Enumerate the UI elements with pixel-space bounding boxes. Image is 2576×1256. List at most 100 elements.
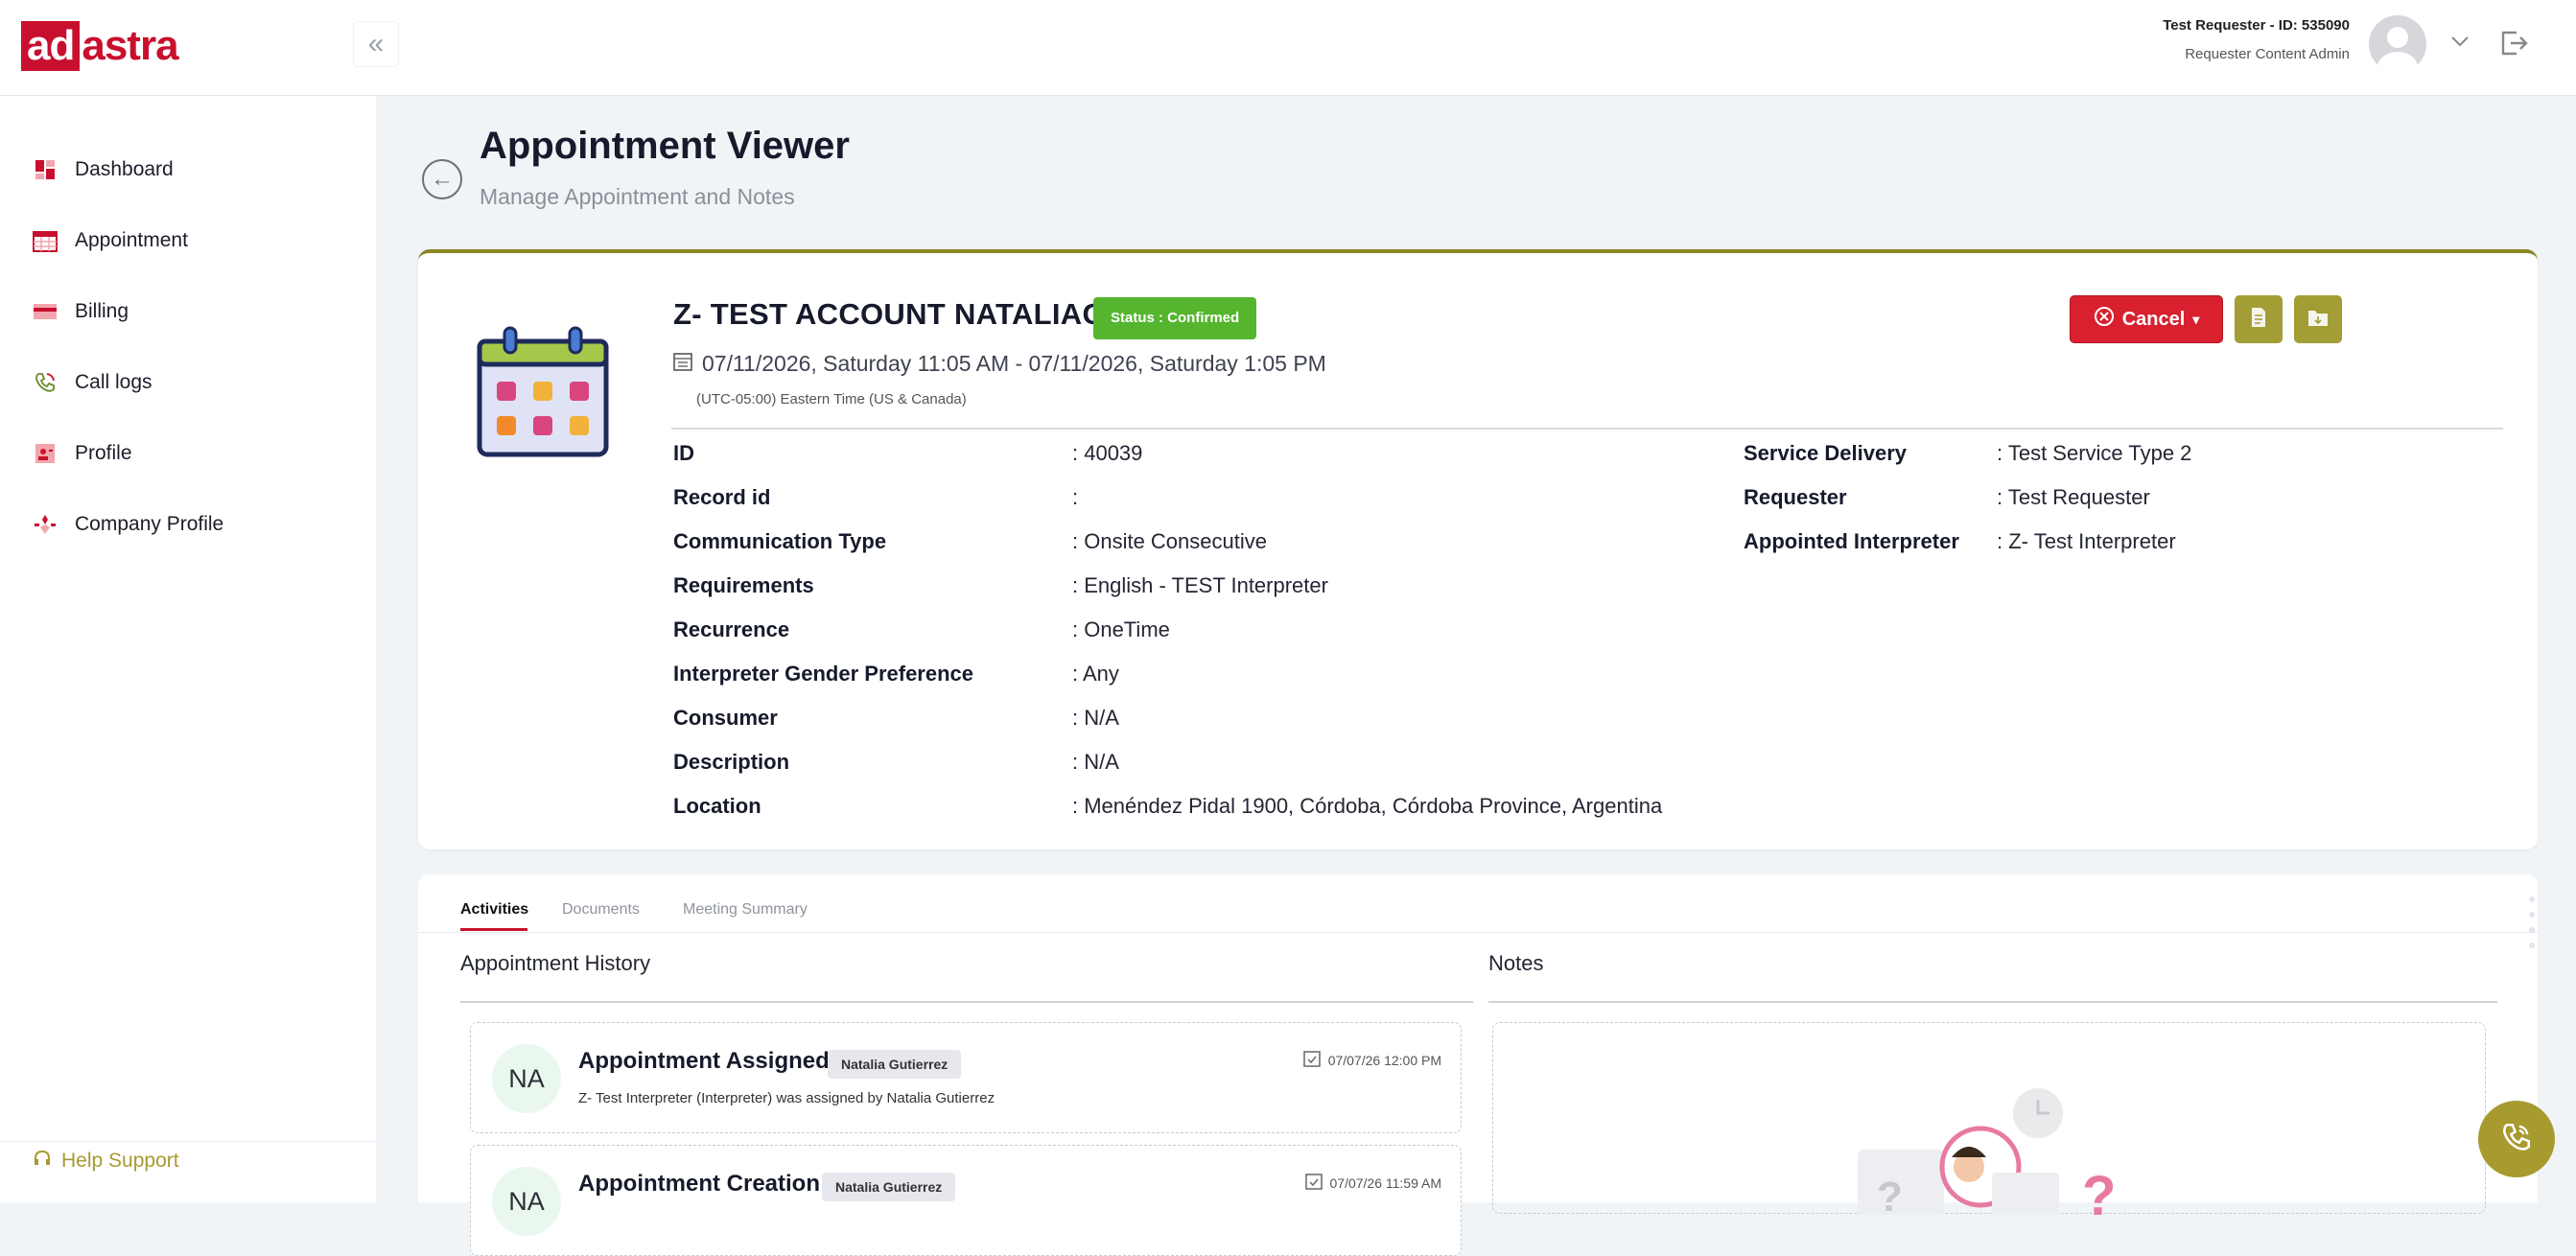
history-title: Appointment Creation [578, 1171, 820, 1197]
notes-area[interactable]: ? ? [1492, 1022, 2486, 1227]
field-label-location: Location [673, 794, 761, 818]
field-value-requirements: : English - TEST Interpreter [1072, 573, 1328, 597]
activity-panel: Activities Documents Meeting Summary App… [418, 874, 2538, 1256]
user-initials-avatar: NA [492, 1044, 561, 1113]
logout-icon[interactable] [2497, 27, 2530, 59]
notes-divider [1488, 1001, 2497, 1003]
help-support-link[interactable]: Help Support [33, 1149, 179, 1174]
sidebar-item-label: Dashboard [75, 158, 174, 180]
calendar-check-icon [1302, 1050, 1321, 1070]
cancel-label: Cancel [2121, 308, 2186, 330]
calendar-small-icon [673, 351, 692, 377]
status-badge: Status : Confirmed [1093, 297, 1257, 339]
sidebar-item-label: Call logs [75, 371, 152, 393]
datetime-text: 07/11/2026, Saturday 11:05 AM - 07/11/20… [702, 351, 1326, 376]
user-initials-avatar: NA [492, 1167, 561, 1236]
cancel-circle-icon [2094, 306, 2115, 333]
tabs-divider [418, 932, 2538, 933]
sidebar-item-label: Appointment [75, 229, 188, 251]
call-fab-button[interactable] [2478, 1101, 2555, 1177]
document-icon [2249, 307, 2268, 333]
sidebar-item-profile[interactable]: Profile [0, 418, 376, 489]
notes-heading: Notes [1488, 951, 1544, 975]
timezone-text: (UTC-05:00) Eastern Time (US & Canada) [696, 391, 967, 407]
main-content: ← Appointment Viewer Manage Appointment … [376, 96, 2576, 1256]
avatar[interactable] [2369, 15, 2426, 73]
back-button[interactable]: ← [422, 159, 462, 199]
calendar-illustration-icon [476, 324, 610, 458]
field-label-consumer: Consumer [673, 706, 778, 730]
sidebar-item-label: Company Profile [75, 513, 224, 535]
field-label-recurrence: Recurrence [673, 617, 790, 641]
chevron-down-icon[interactable] [2447, 29, 2472, 54]
folder-button[interactable] [2294, 295, 2342, 343]
field-label-gender-preference: Interpreter Gender Preference [673, 662, 974, 686]
history-title: Appointment Assigned [578, 1048, 830, 1074]
tab-meeting-summary[interactable]: Meeting Summary [683, 901, 808, 919]
field-label-requirements: Requirements [673, 573, 814, 597]
history-time-text: 07/07/26 11:59 AM [1329, 1175, 1442, 1191]
history-time-text: 07/07/26 12:00 PM [1327, 1052, 1441, 1068]
sidebar-item-billing[interactable]: Billing [0, 276, 376, 347]
sidebar: Dashboard Appointment Billing Call logs … [0, 96, 376, 1202]
field-value-gender-preference: : Any [1072, 662, 1119, 686]
active-tab-indicator [460, 928, 527, 931]
scrollbar[interactable] [2528, 894, 2536, 951]
billing-icon [33, 299, 58, 324]
history-item: NA Appointment Assigned Natalia Gutierre… [470, 1022, 1462, 1133]
user-role: Requester Content Admin [2185, 46, 2350, 62]
field-value-requester: : Test Requester [1997, 485, 2150, 509]
caret-down-icon: ▾ [2192, 311, 2200, 327]
history-divider [460, 1001, 1473, 1003]
double-chevron-left-icon: « [367, 28, 385, 59]
profile-icon [33, 441, 58, 466]
tab-activities[interactable]: Activities [460, 901, 528, 919]
field-value-communication-type: : Onsite Consecutive [1072, 529, 1267, 553]
field-label-appointed-interpreter: Appointed Interpreter [1744, 529, 1959, 553]
history-time: 07/07/26 12:00 PM [1302, 1050, 1441, 1070]
arrow-left-icon: ← [431, 166, 454, 192]
collapse-sidebar-button[interactable]: « [353, 21, 399, 67]
svg-text:?: ? [2082, 1165, 2116, 1215]
sidebar-item-appointment[interactable]: Appointment [0, 205, 376, 276]
history-user-tag: Natalia Gutierrez [828, 1050, 962, 1079]
history-user-tag: Natalia Gutierrez [822, 1173, 956, 1201]
field-value-consumer: : N/A [1072, 706, 1119, 730]
sidebar-item-label: Billing [75, 300, 129, 322]
logo-mark: ad [21, 21, 81, 71]
cancel-button[interactable]: Cancel ▾ [2070, 295, 2223, 343]
calendar-check-icon [1304, 1173, 1323, 1193]
appointment-datetime: 07/11/2026, Saturday 11:05 AM - 07/11/20… [673, 351, 1326, 377]
headset-icon [33, 1149, 52, 1174]
logo-text: astra [82, 22, 178, 69]
sidebar-nav: Dashboard Appointment Billing Call logs … [0, 134, 376, 560]
page-subtitle: Manage Appointment and Notes [480, 184, 795, 209]
field-value-description: : N/A [1072, 750, 1119, 774]
details-divider [671, 428, 2503, 430]
field-label-description: Description [673, 750, 790, 774]
svg-text:?: ? [1877, 1174, 1903, 1215]
field-value-record-id: : [1072, 485, 1079, 509]
top-bar: ad astra « Test Requester - ID: 535090 Re… [0, 0, 2576, 96]
sidebar-item-dashboard[interactable]: Dashboard [0, 134, 376, 205]
sidebar-item-company-profile[interactable]: Company Profile [0, 489, 376, 560]
field-value-appointed-interpreter: : Z- Test Interpreter [1997, 529, 2176, 553]
sidebar-item-call-logs[interactable]: Call logs [0, 347, 376, 418]
document-button[interactable] [2235, 295, 2283, 343]
adastra-logo[interactable]: ad astra [21, 19, 179, 73]
user-name: Test Requester - ID: 535090 [2163, 17, 2350, 34]
page-title: Appointment Viewer [480, 125, 850, 167]
dashboard-icon [33, 157, 58, 182]
field-value-service-delivery: : Test Service Type 2 [1997, 441, 2192, 465]
history-item: NA Appointment Creation Natalia Gutierre… [470, 1145, 1462, 1256]
tab-documents[interactable]: Documents [562, 901, 640, 919]
phone-icon [33, 370, 58, 395]
empty-notes-illustration: ? ? [1858, 1088, 2116, 1227]
field-value-recurrence: : OneTime [1072, 617, 1170, 641]
phone-call-icon [2500, 1121, 2533, 1158]
folder-icon [2307, 308, 2329, 332]
field-label-service-delivery: Service Delivery [1744, 441, 1908, 465]
sidebar-divider [0, 1141, 376, 1142]
field-label-record-id: Record id [673, 485, 771, 509]
history-time: 07/07/26 11:59 AM [1304, 1173, 1442, 1193]
